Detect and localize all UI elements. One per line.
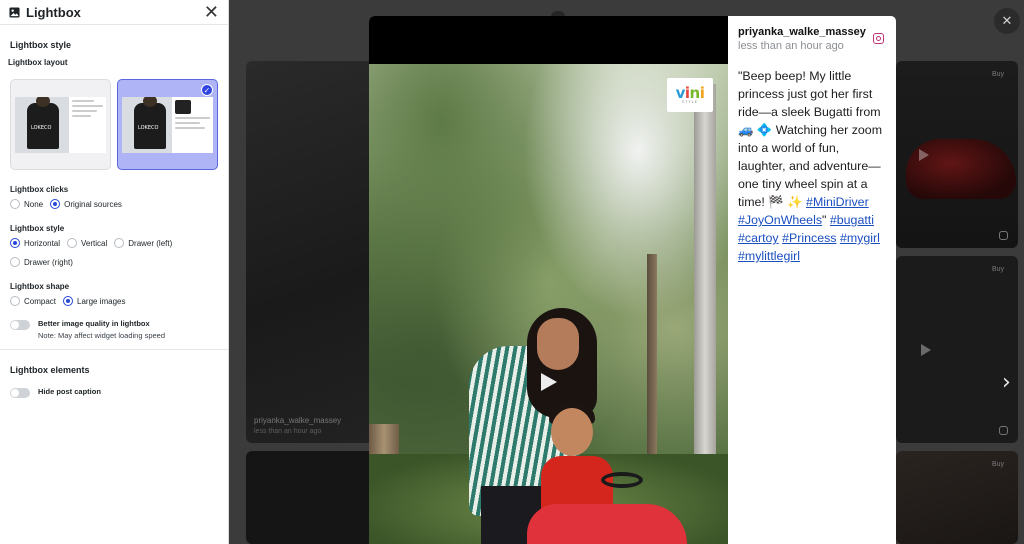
post-username[interactable]: priyanka_walke_massey (738, 26, 886, 38)
instagram-icon (999, 231, 1008, 240)
background-car (906, 139, 1016, 199)
chevron-right-icon[interactable]: › (1002, 370, 1011, 395)
instagram-icon[interactable] (873, 33, 884, 44)
background-tile-time: less than an hour ago (254, 428, 322, 435)
radio-dot (50, 199, 61, 209)
close-icon[interactable]: ✕ (204, 3, 219, 21)
settings-panel: Lightbox ✕ Lightbox style Lightbox layou… (0, 0, 229, 544)
shape-options: Compact Large images (0, 296, 228, 306)
radio-dot (10, 296, 20, 306)
background-post-tile[interactable]: priyanka_walke_massey less than an hour … (246, 61, 374, 443)
lightbox-sidebar: priyanka_walke_massey less than an hour … (728, 16, 896, 544)
lightbox: vini STYLE priyanka_walke_massey less th… (369, 16, 896, 544)
radio-original-sources[interactable]: Original sources (50, 199, 122, 209)
layout-option-1[interactable]: LOKECO (10, 79, 111, 170)
radio-drawer-left[interactable]: Drawer (left) (114, 238, 172, 248)
hashtag-link[interactable]: #JoyOnWheels (738, 213, 822, 227)
layout-preview-photo: LOKECO (122, 97, 172, 153)
radio-dot (67, 238, 78, 248)
panel-header: Lightbox ✕ (0, 0, 228, 25)
hashtag-link[interactable]: #cartoy (738, 231, 779, 245)
quality-toggle-row: Better image quality in lightbox Note: M… (0, 306, 228, 340)
instagram-icon (999, 426, 1008, 435)
clicks-options: None Original sources (0, 199, 228, 209)
radio-dot (10, 199, 20, 209)
section-title-style: Lightbox style (10, 40, 72, 50)
radio-dot (10, 238, 20, 248)
radio-dot (10, 257, 20, 267)
play-icon (919, 149, 929, 161)
lightbox-media[interactable]: vini STYLE (369, 16, 728, 544)
section-title-elements: Lightbox elements (10, 365, 90, 375)
radio-dot (63, 296, 74, 306)
background-post-tile[interactable]: Buy (896, 451, 1018, 544)
buy-label: Buy (991, 266, 1004, 273)
radio-drawer-right[interactable]: Drawer (right) (10, 257, 73, 267)
layout-label: Lightbox layout (8, 58, 68, 67)
quality-toggle-label: Better image quality in lightbox (38, 319, 150, 328)
post-time: less than an hour ago (738, 40, 844, 52)
buy-label: Buy (991, 461, 1004, 468)
layout-options: LOKECO ✓ LOKECO (0, 67, 228, 170)
shape-label: Lightbox shape (10, 282, 70, 291)
clicks-label: Lightbox clicks (10, 185, 69, 194)
buy-label: Buy (991, 71, 1004, 78)
hashtag-link[interactable]: #MiniDriver (806, 195, 869, 209)
background-post-tile[interactable] (246, 451, 374, 544)
hashtag-link[interactable]: #Princess (782, 231, 836, 245)
hashtag-link[interactable]: #mylittlegirl (738, 249, 800, 263)
radio-dot (114, 238, 125, 248)
hashtag-link[interactable]: #mygirl (840, 231, 880, 245)
layout-preview-photo: LOKECO (15, 97, 69, 153)
hide-caption-toggle[interactable] (10, 388, 30, 398)
style-options: Horizontal Vertical Drawer (left) Drawer… (0, 238, 228, 267)
radio-compact[interactable]: Compact (10, 296, 56, 306)
radio-horizontal[interactable]: Horizontal (10, 238, 60, 248)
play-icon[interactable] (541, 373, 557, 391)
quality-toggle[interactable] (10, 320, 30, 330)
quality-toggle-note: Note: May affect widget loading speed (38, 331, 166, 340)
panel-title: Lightbox (26, 4, 81, 20)
hide-caption-toggle-row: Hide post caption (0, 383, 228, 398)
background-post-tile[interactable]: Buy (896, 256, 1018, 443)
post-photo (369, 64, 728, 544)
layout-option-2[interactable]: ✓ LOKECO (117, 79, 218, 170)
radio-large-images[interactable]: Large images (63, 296, 126, 306)
style-label: Lightbox style (10, 224, 65, 233)
background-tile-user: priyanka_walke_massey (254, 416, 342, 425)
play-icon (921, 344, 931, 356)
lightbox-close-icon[interactable]: ✕ (994, 8, 1020, 34)
hashtag-link[interactable]: #bugatti (830, 213, 874, 227)
post-caption: "Beep beep! My little princess just got … (738, 69, 883, 263)
image-icon (9, 6, 20, 18)
background-post-tile[interactable]: Buy (896, 61, 1018, 248)
radio-none[interactable]: None (10, 199, 43, 209)
brand-logo: vini STYLE (667, 78, 713, 112)
check-icon: ✓ (201, 84, 213, 96)
hide-caption-label: Hide post caption (38, 387, 101, 396)
radio-vertical[interactable]: Vertical (67, 238, 107, 248)
